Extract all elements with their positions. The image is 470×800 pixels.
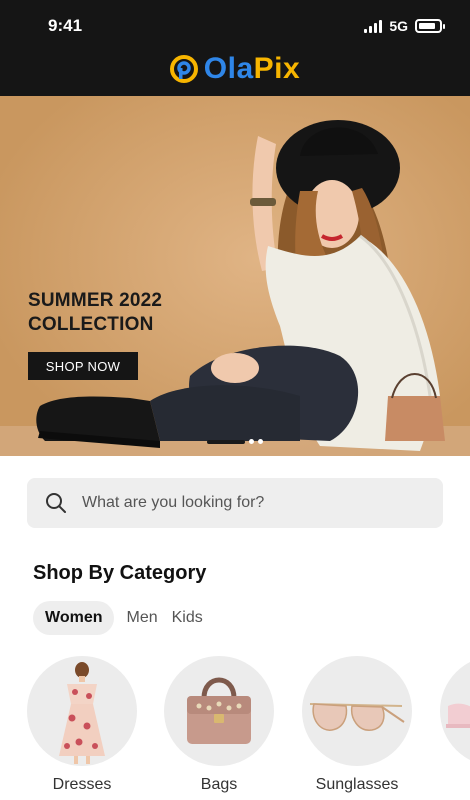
category-label: Sunglasses: [315, 776, 399, 793]
brand-name-part1: Ola: [203, 52, 254, 85]
sunglasses-image: [302, 656, 412, 766]
brand-name-part2: Pix: [253, 52, 301, 85]
top-bar: 9:41 5G OlaPix: [0, 0, 470, 96]
bag-image: [164, 656, 274, 766]
tab-women[interactable]: Women: [33, 601, 115, 635]
category-item-dresses[interactable]: Dresses: [27, 656, 137, 794]
tab-kids[interactable]: Kids: [172, 601, 203, 635]
carousel-dot[interactable]: [258, 439, 263, 444]
tab-men[interactable]: Men: [126, 601, 157, 635]
status-time: 9:41: [48, 16, 83, 35]
network-label: 5G: [389, 18, 408, 34]
category-item-bags[interactable]: Bags: [164, 656, 274, 794]
brand-logo-icon: [169, 55, 198, 83]
signal-icon: [364, 19, 383, 33]
hero-model-image: [0, 96, 470, 456]
brand-name: OlaPix: [204, 54, 300, 84]
category-list: Dresses Bags Sunglasses: [27, 656, 470, 800]
search-icon: [46, 493, 66, 513]
category-tabs: Women Men Kids: [33, 601, 217, 635]
carousel-indicator[interactable]: [207, 439, 263, 444]
search-input[interactable]: What are you looking for?: [82, 494, 264, 512]
category-item-sunglasses[interactable]: Sunglasses: [302, 656, 412, 794]
dress-image: [27, 656, 137, 766]
battery-icon: [415, 19, 445, 33]
section-title: Shop By Category: [33, 562, 207, 584]
hero-title: SUMMER 2022 COLLECTION: [28, 290, 163, 335]
category-label: Dresses: [52, 776, 112, 793]
status-indicators: 5G: [364, 18, 445, 34]
search-bar[interactable]: What are you looking for?: [27, 478, 443, 528]
category-label: Bags: [200, 776, 238, 793]
shoe-image: [440, 656, 470, 766]
category-item-shoes[interactable]: [440, 656, 470, 766]
shop-now-button[interactable]: SHOP NOW: [28, 352, 138, 380]
hero-banner[interactable]: SUMMER 2022 COLLECTION SHOP NOW: [0, 96, 470, 456]
carousel-dot-active[interactable]: [207, 439, 245, 444]
carousel-dot[interactable]: [249, 439, 254, 444]
brand[interactable]: OlaPix: [0, 54, 470, 84]
